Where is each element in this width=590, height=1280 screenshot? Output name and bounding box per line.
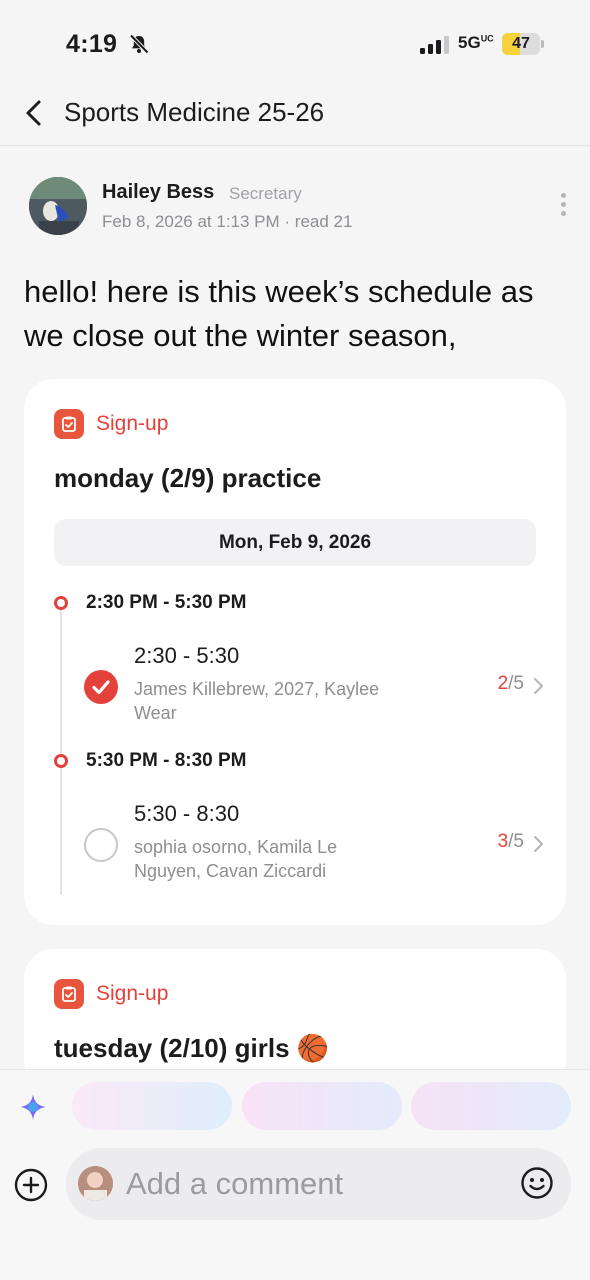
chevron-right-icon	[534, 678, 543, 694]
ai-sparkle-icon[interactable]	[18, 1092, 48, 1122]
shift-title: 5:30 - 8:30	[134, 801, 240, 826]
check-icon[interactable]	[84, 670, 118, 704]
author-name[interactable]: Hailey Bess	[102, 181, 214, 204]
shift-count: 3/5	[497, 831, 524, 852]
suggestion-pill[interactable]	[411, 1082, 571, 1130]
empty-circle-icon[interactable]	[84, 828, 118, 862]
clipboard-check-icon	[54, 409, 84, 439]
signup-tag: Sign-up	[54, 979, 168, 1009]
timeline-dot	[54, 596, 68, 610]
status-bar: 4:19 5GUC 47	[0, 0, 590, 80]
slot-time: 2:30 PM - 5:30 PM	[86, 592, 247, 613]
bell-slash-icon	[129, 34, 149, 54]
signup-title: tuesday (2/10) girls 🏀	[54, 1033, 330, 1063]
shift-row[interactable]: 5:30 - 8:30 sophia osorno, Kamila Le Ngu…	[84, 801, 544, 901]
post-body: hello! here is this week’s schedule as w…	[24, 274, 534, 353]
signup-tag: Sign-up	[54, 409, 168, 439]
comment-composer: Add a comment	[0, 1069, 590, 1280]
shift-names: James Killebrew, 2027, Kaylee Wear	[134, 679, 380, 723]
author-role: Secretary	[229, 184, 302, 203]
signup-tag-label: Sign-up	[96, 982, 169, 1005]
shift-names: sophia osorno, Kamila Le Nguyen, Cavan Z…	[134, 837, 338, 881]
more-vertical-icon[interactable]	[556, 193, 570, 221]
network-indicator: 5GUC	[458, 33, 494, 52]
status-time: 4:19	[66, 30, 118, 58]
shift-row[interactable]: 2:30 - 5:30 James Killebrew, 2027, Kayle…	[84, 643, 544, 743]
signup-card: Sign-up monday (2/9) practice Mon, Feb 9…	[24, 379, 566, 925]
nav-header: Sports Medicine 25-26	[0, 80, 590, 146]
suggestion-pill[interactable]	[72, 1082, 232, 1130]
signal-icon	[420, 36, 449, 54]
slot-time: 5:30 PM - 8:30 PM	[86, 750, 247, 771]
signup-card[interactable]: Sign-up tuesday (2/10) girls 🏀	[24, 949, 566, 1089]
signup-tag-label: Sign-up	[96, 412, 169, 435]
timeline-dot	[54, 754, 68, 768]
battery-indicator: 47	[502, 33, 546, 55]
clipboard-check-icon	[54, 979, 84, 1009]
suggestion-pill[interactable]	[242, 1082, 402, 1130]
shift-title: 2:30 - 5:30	[134, 643, 240, 668]
user-avatar	[78, 1166, 113, 1201]
shift-count: 2/5	[497, 673, 524, 694]
signup-title: monday (2/9) practice	[54, 463, 322, 493]
plus-circle-icon[interactable]	[14, 1168, 48, 1202]
author-avatar[interactable]	[29, 177, 87, 235]
comment-placeholder: Add a comment	[126, 1166, 344, 1201]
page-title: Sports Medicine 25-26	[64, 97, 325, 127]
signup-date: Mon, Feb 9, 2026	[54, 519, 536, 566]
chevron-right-icon	[534, 836, 543, 852]
smiley-icon[interactable]	[520, 1166, 554, 1200]
comment-input[interactable]: Add a comment	[66, 1148, 571, 1220]
back-chevron-icon[interactable]	[22, 97, 46, 129]
timeline-line	[60, 609, 62, 895]
post-meta: Feb 8, 2026 at 1:13 PM · read 21	[102, 212, 353, 231]
